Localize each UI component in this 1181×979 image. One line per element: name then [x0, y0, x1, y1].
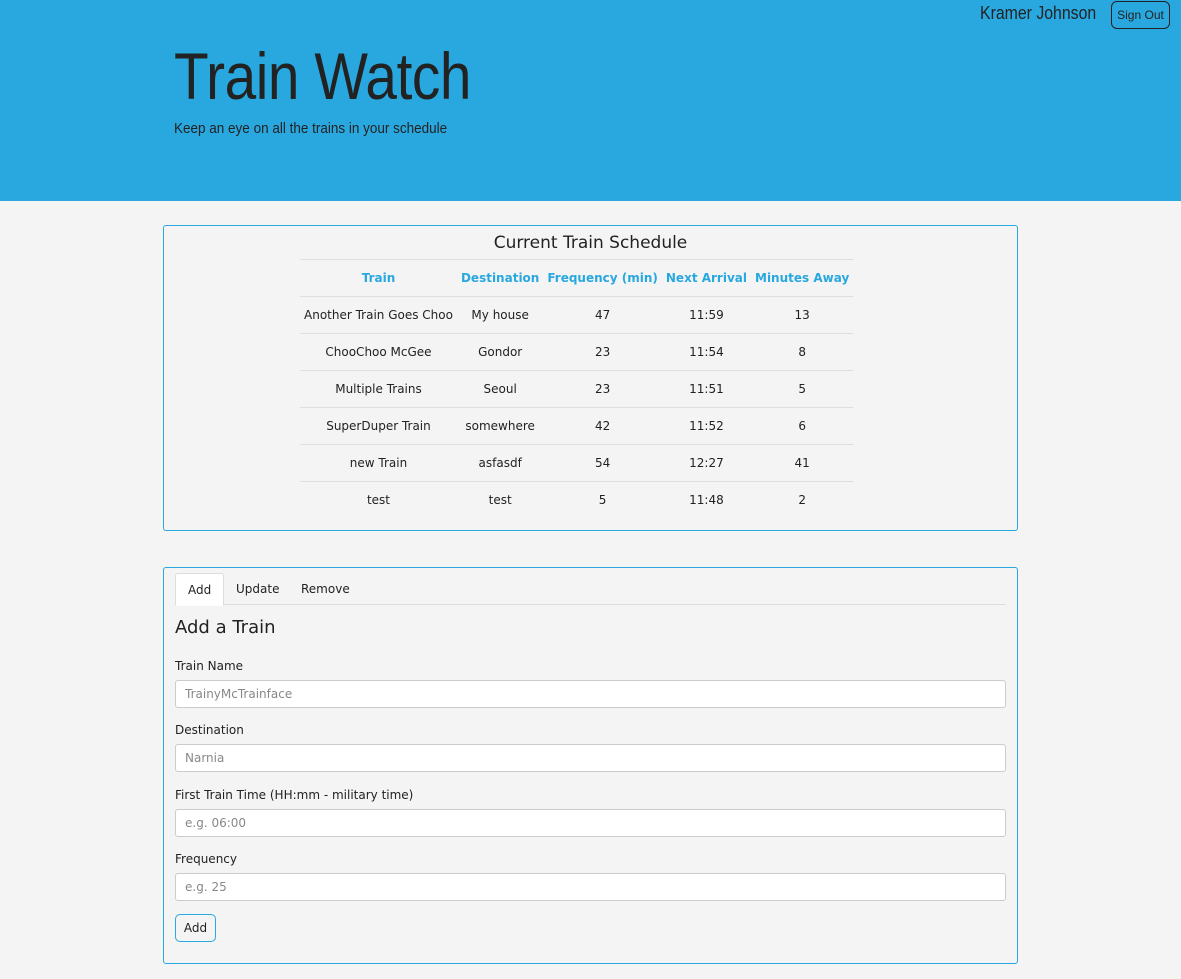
frequency-cell: 54 — [543, 444, 662, 482]
column-header-train: Train — [300, 259, 457, 297]
destination-cell: asfasdf — [456, 444, 544, 482]
schedule-panel: Current Train Schedule Train Destination… — [163, 225, 1018, 531]
minutes-away-cell: 5 — [751, 370, 854, 408]
table-row: test test 5 11:48 2 — [300, 481, 854, 519]
form-tabs: Add Update Remove — [175, 573, 1006, 606]
minutes-away-cell: 2 — [751, 481, 854, 519]
destination-cell: My house — [456, 296, 544, 334]
frequency-cell: 47 — [543, 296, 662, 334]
app-subtitle: Keep an eye on all the trains in your sc… — [174, 120, 448, 137]
header-banner: Train Watch Keep an eye on all the train… — [0, 0, 1181, 201]
frequency-input[interactable] — [175, 873, 1006, 901]
table-row: SuperDuper Train somewhere 42 11:52 6 — [300, 407, 854, 445]
destination-cell: Gondor — [456, 333, 544, 371]
app-title: Train Watch — [174, 39, 472, 113]
schedule-title: Current Train Schedule — [493, 233, 688, 253]
train-name-cell: ChooChoo McGee — [300, 333, 457, 371]
train-name-cell: new Train — [300, 444, 457, 482]
schedule-table: Train Destination Frequency (min) Next A… — [300, 259, 854, 519]
minutes-away-cell: 41 — [751, 444, 854, 482]
frequency-cell: 23 — [543, 333, 662, 371]
frequency-label: Frequency — [175, 852, 237, 866]
add-train-button[interactable]: Add — [175, 914, 216, 942]
table-row: new Train asfasdf 54 12:27 41 — [300, 444, 854, 482]
train-name-label: Train Name — [175, 659, 244, 673]
next-arrival-cell: 11:54 — [661, 333, 751, 371]
frequency-cell: 23 — [543, 370, 662, 408]
column-header-frequency: Frequency (min) — [543, 259, 662, 297]
destination-label: Destination — [175, 723, 244, 737]
user-name: Kramer Johnson — [980, 3, 1097, 23]
first-train-time-label: First Train Time (HH:mm - military time) — [175, 788, 414, 802]
destination-input[interactable] — [175, 744, 1006, 772]
next-arrival-cell: 11:51 — [661, 370, 751, 408]
minutes-away-cell: 8 — [751, 333, 854, 371]
train-name-cell: Another Train Goes Choo — [300, 296, 457, 334]
next-arrival-cell: 12:27 — [661, 444, 751, 482]
next-arrival-cell: 11:52 — [661, 407, 751, 445]
table-row: Multiple Trains Seoul 23 11:51 5 — [300, 370, 854, 408]
train-name-input[interactable] — [175, 680, 1006, 708]
sign-out-button[interactable]: Sign Out — [1111, 1, 1170, 29]
column-header-next-arrival: Next Arrival — [661, 259, 751, 297]
table-row: ChooChoo McGee Gondor 23 11:54 8 — [300, 333, 854, 371]
column-header-destination: Destination — [456, 259, 544, 297]
column-header-minutes-away: Minutes Away — [751, 259, 854, 297]
form-title: Add a Train — [175, 617, 276, 638]
first-train-time-input[interactable] — [175, 809, 1006, 837]
minutes-away-cell: 6 — [751, 407, 854, 445]
destination-cell: Seoul — [456, 370, 544, 408]
minutes-away-cell: 13 — [751, 296, 854, 334]
train-form-panel: Add Update Remove Add a Train Train Name… — [163, 567, 1018, 964]
frequency-cell: 5 — [543, 481, 662, 519]
schedule-header-row: Train Destination Frequency (min) Next A… — [300, 259, 854, 297]
train-name-cell: SuperDuper Train — [300, 407, 457, 445]
destination-cell: somewhere — [456, 407, 544, 445]
frequency-cell: 42 — [543, 407, 662, 445]
train-name-cell: Multiple Trains — [300, 370, 457, 408]
tab-remove[interactable]: Remove — [289, 573, 362, 605]
destination-cell: test — [456, 481, 544, 519]
next-arrival-cell: 11:59 — [661, 296, 751, 334]
table-row: Another Train Goes Choo My house 47 11:5… — [300, 296, 854, 334]
tab-add[interactable]: Add — [175, 573, 225, 606]
tab-update[interactable]: Update — [224, 573, 291, 605]
train-name-cell: test — [300, 481, 457, 519]
next-arrival-cell: 11:48 — [661, 481, 751, 519]
